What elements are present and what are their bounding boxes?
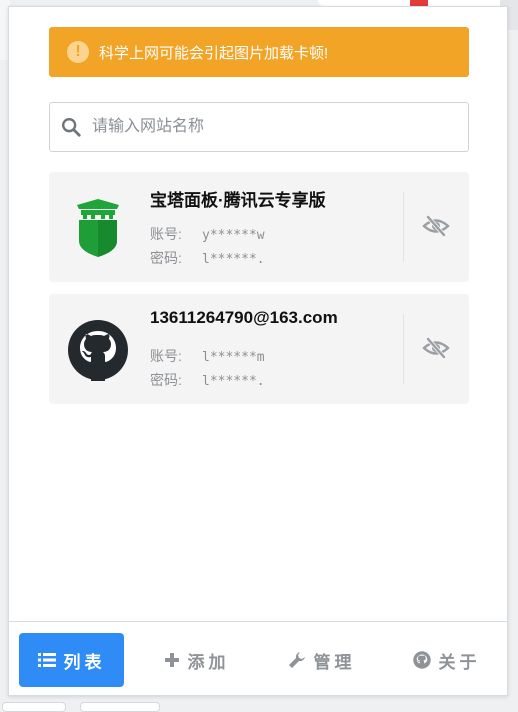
username-value: y******w bbox=[202, 228, 265, 243]
github-logo bbox=[68, 320, 128, 381]
nav-manage-label: 管理 bbox=[313, 652, 356, 672]
eye-slash-icon[interactable] bbox=[422, 214, 450, 238]
password-label: 密码: bbox=[150, 372, 182, 388]
nav-about-label: 关于 bbox=[438, 652, 481, 672]
github-icon bbox=[412, 651, 431, 669]
exclamation-icon: ! bbox=[67, 41, 89, 63]
background-bottom bbox=[0, 700, 518, 712]
account-title: 宝塔面板·腾讯云专享版 bbox=[150, 191, 326, 210]
eye-slash-icon[interactable] bbox=[422, 336, 450, 360]
username-row: 账号: l******m bbox=[150, 346, 265, 366]
account-title: 13611264790@163.com bbox=[150, 308, 338, 327]
account-card[interactable]: 13611264790@163.com 账号: l******m 密码: l****… bbox=[49, 294, 469, 404]
password-label: 密码: bbox=[150, 250, 182, 266]
warning-notice: ! 科学上网可能会引起图片加载卡顿! bbox=[49, 27, 469, 77]
search-input[interactable] bbox=[90, 117, 468, 137]
wrench-icon bbox=[288, 652, 305, 668]
footer-divider bbox=[9, 621, 507, 622]
account-card[interactable]: 宝塔面板·腾讯云专享版 账号: y******w 密码: l******. bbox=[49, 172, 469, 282]
bottom-nav: 列表 添加 管理 关于 bbox=[19, 633, 499, 687]
search-icon bbox=[62, 118, 81, 137]
bt-panel-logo bbox=[77, 199, 119, 257]
card-divider bbox=[403, 192, 404, 262]
notice-text: 科学上网可能会引起图片加载卡顿! bbox=[99, 44, 329, 62]
password-value: l******. bbox=[202, 252, 265, 267]
plus-icon bbox=[164, 653, 179, 667]
username-row: 账号: y******w bbox=[150, 224, 265, 244]
card-divider bbox=[403, 314, 404, 384]
background-pill bbox=[80, 702, 160, 712]
list-icon bbox=[37, 653, 56, 667]
nav-add-button[interactable]: 添加 bbox=[144, 633, 249, 687]
username-value: l******m bbox=[202, 350, 265, 365]
nav-list-label: 列表 bbox=[63, 652, 106, 672]
password-row: 密码: l******. bbox=[150, 248, 265, 268]
nav-about-button[interactable]: 关于 bbox=[394, 633, 499, 687]
password-value: l******. bbox=[202, 374, 265, 389]
password-manager-popup: ! 科学上网可能会引起图片加载卡顿! 宝塔面板·腾讯云专享版 账号: y*****… bbox=[8, 6, 508, 696]
nav-manage-button[interactable]: 管理 bbox=[269, 633, 374, 687]
password-row: 密码: l******. bbox=[150, 370, 265, 390]
nav-add-label: 添加 bbox=[187, 652, 230, 672]
nav-list-button[interactable]: 列表 bbox=[19, 633, 124, 687]
username-label: 账号: bbox=[150, 348, 182, 364]
background-pill bbox=[2, 702, 66, 712]
search-box[interactable] bbox=[49, 102, 469, 152]
username-label: 账号: bbox=[150, 226, 182, 242]
